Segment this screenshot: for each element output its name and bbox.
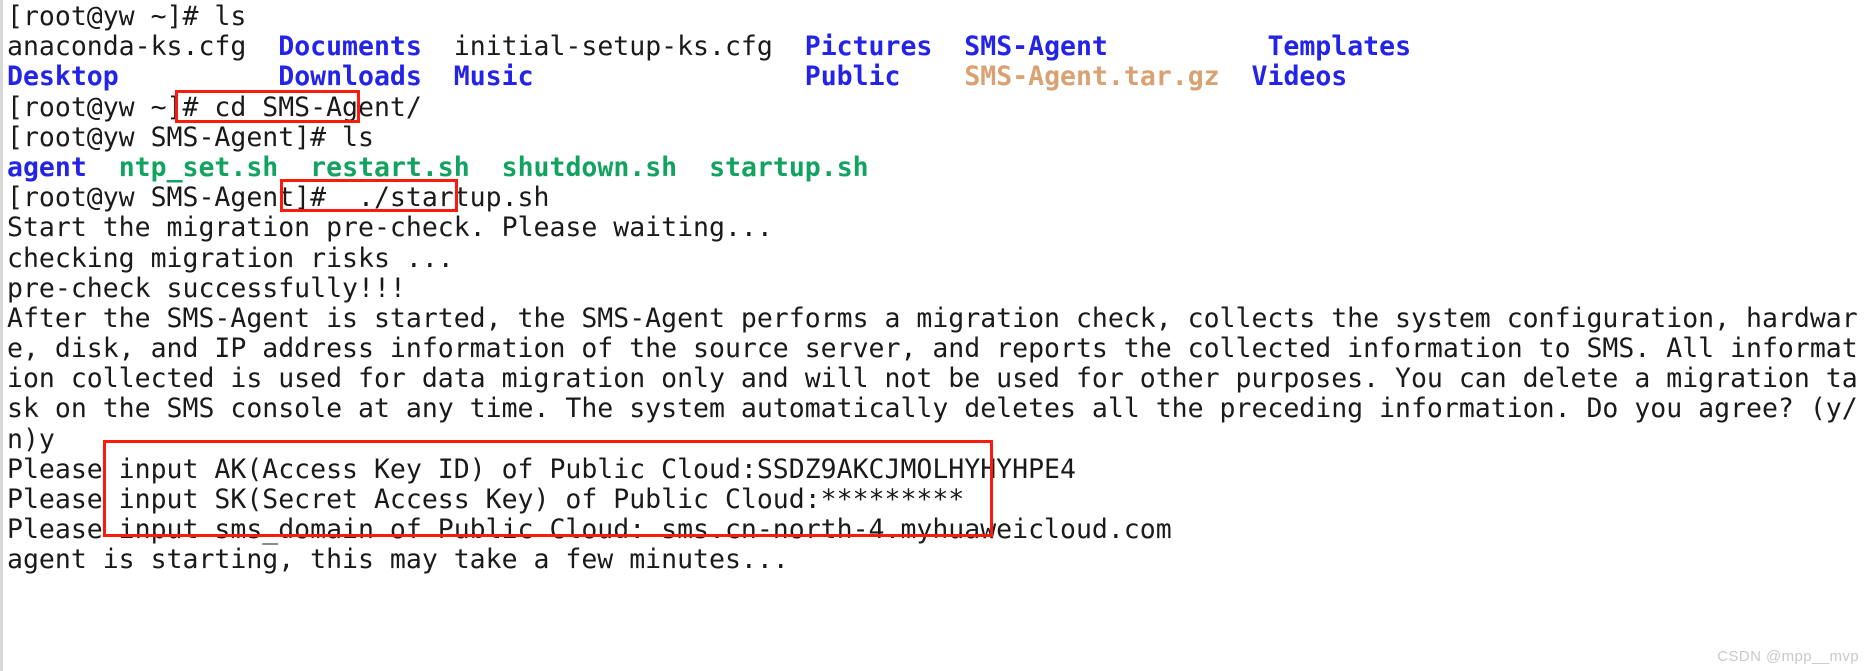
terminal-text-plain: n)y	[7, 423, 55, 455]
terminal-text-exec: startup.sh	[709, 151, 869, 183]
terminal-text-plain: checking migration risks ...	[7, 242, 454, 274]
terminal-text-dir: Videos	[1251, 61, 1348, 93]
terminal-line: anaconda-ks.cfg Documents initial-setup-…	[7, 32, 1867, 62]
terminal-text-dir: Desktop	[7, 61, 119, 93]
terminal-text-plain: agent is starting, this may take a few m…	[7, 544, 789, 576]
terminal-text-exec: shutdown.sh	[501, 151, 678, 183]
terminal-line: Please input AK(Access Key ID) of Public…	[7, 453, 1867, 485]
terminal-text-dir: Music	[453, 61, 534, 93]
terminal-text-plain	[278, 152, 310, 183]
terminal-text-plain	[932, 31, 964, 62]
terminal-text-plain: anaconda-ks.cfg	[7, 31, 279, 63]
terminal-text-archive: SMS-Agent.tar.gz	[964, 61, 1220, 93]
terminal-text-plain	[1220, 61, 1252, 92]
terminal-text-plain	[422, 61, 454, 92]
terminal-text-dir: agent	[7, 151, 87, 183]
terminal-text-dir: Templates	[1267, 31, 1412, 63]
terminal-line: [root@yw ~]# cd SMS-Agent/	[7, 91, 1867, 123]
terminal-line: Please input sms_domain of Public Cloud:…	[7, 515, 1867, 545]
terminal-text-plain	[534, 61, 805, 92]
terminal-text-plain: sk on the SMS console at any time. The s…	[7, 393, 1858, 425]
terminal-text-dir: Downloads	[278, 61, 422, 93]
terminal-line: After the SMS-Agent is started, the SMS-…	[7, 302, 1867, 334]
terminal-text-dir: Pictures	[804, 31, 933, 63]
terminal-text-plain: Please input SK(Secret Access Key) of Pu…	[7, 484, 965, 515]
terminal-text-plain: ion collected is used for data migration…	[7, 363, 1858, 395]
terminal-text-exec: restart.sh	[310, 151, 470, 183]
terminal-window: [root@yw ~]# ls anaconda-ks.cfg Documents…	[0, 0, 1867, 671]
terminal-line: Please input SK(Secret Access Key) of Pu…	[7, 484, 1867, 515]
watermark: CSDN @mpp__mvp	[1717, 648, 1859, 665]
terminal-line: agent is starting, this may take a few m…	[7, 545, 1867, 575]
terminal-text-plain: After the SMS-Agent is started, the SMS-…	[7, 302, 1858, 334]
terminal-text-plain: [root@yw SMS-Agent]# ls	[7, 121, 374, 153]
terminal-text-exec: ntp_set.sh	[118, 151, 279, 183]
terminal-text-plain: [root@yw SMS-Agent]# ./startup.sh	[7, 182, 550, 214]
terminal-line: e, disk, and IP address information of t…	[7, 333, 1867, 365]
terminal-line: agent ntp_set.sh restart.sh shutdown.sh …	[7, 151, 1867, 183]
terminal-text-plain	[87, 152, 119, 183]
terminal-line: [root@yw SMS-Agent]# ls	[7, 121, 1867, 153]
terminal-line: [root@yw SMS-Agent]# ./startup.sh	[7, 183, 1867, 213]
terminal-text-plain: e, disk, and IP address information of t…	[7, 333, 1858, 365]
terminal-text-plain	[470, 152, 502, 183]
terminal-text-dir: SMS-Agent	[964, 31, 1108, 63]
terminal-text-plain: Start the migration pre-check. Please wa…	[7, 212, 773, 244]
terminal-text-plain: initial-setup-ks.cfg	[421, 31, 805, 63]
terminal-text-plain	[1108, 31, 1268, 62]
terminal-line: ion collected is used for data migration…	[7, 364, 1867, 394]
terminal-screen[interactable]: [root@yw ~]# ls anaconda-ks.cfg Documents…	[7, 1, 1867, 576]
terminal-line: Start the migration pre-check. Please wa…	[7, 213, 1867, 243]
terminal-text-plain	[119, 61, 279, 92]
terminal-line: pre-check successfully!!!	[7, 272, 1867, 304]
terminal-line: n)y	[7, 423, 1867, 455]
terminal-text-plain: pre-check successfully!!!	[7, 272, 406, 304]
terminal-text-plain	[901, 61, 965, 92]
terminal-text-plain: Please input sms_domain of Public Cloud:…	[7, 514, 1172, 546]
terminal-line: Desktop Downloads Music Public SMS-Agent…	[7, 62, 1867, 92]
terminal-text-plain: [root@yw ~]# cd SMS-Agent/	[7, 91, 422, 123]
terminal-line: checking migration risks ...	[7, 242, 1867, 274]
terminal-left-gutter	[0, 0, 3, 671]
terminal-text-plain: Please input AK(Access Key ID) of Public…	[7, 453, 1076, 485]
terminal-text-dir: Public	[804, 61, 901, 93]
terminal-line: [root@yw ~]# ls	[7, 1, 1867, 32]
terminal-text-dir: Documents	[278, 31, 422, 63]
terminal-text-plain: [root@yw ~]# ls	[7, 1, 247, 32]
terminal-line: sk on the SMS console at any time. The s…	[7, 394, 1867, 424]
terminal-text-plain	[677, 152, 709, 183]
